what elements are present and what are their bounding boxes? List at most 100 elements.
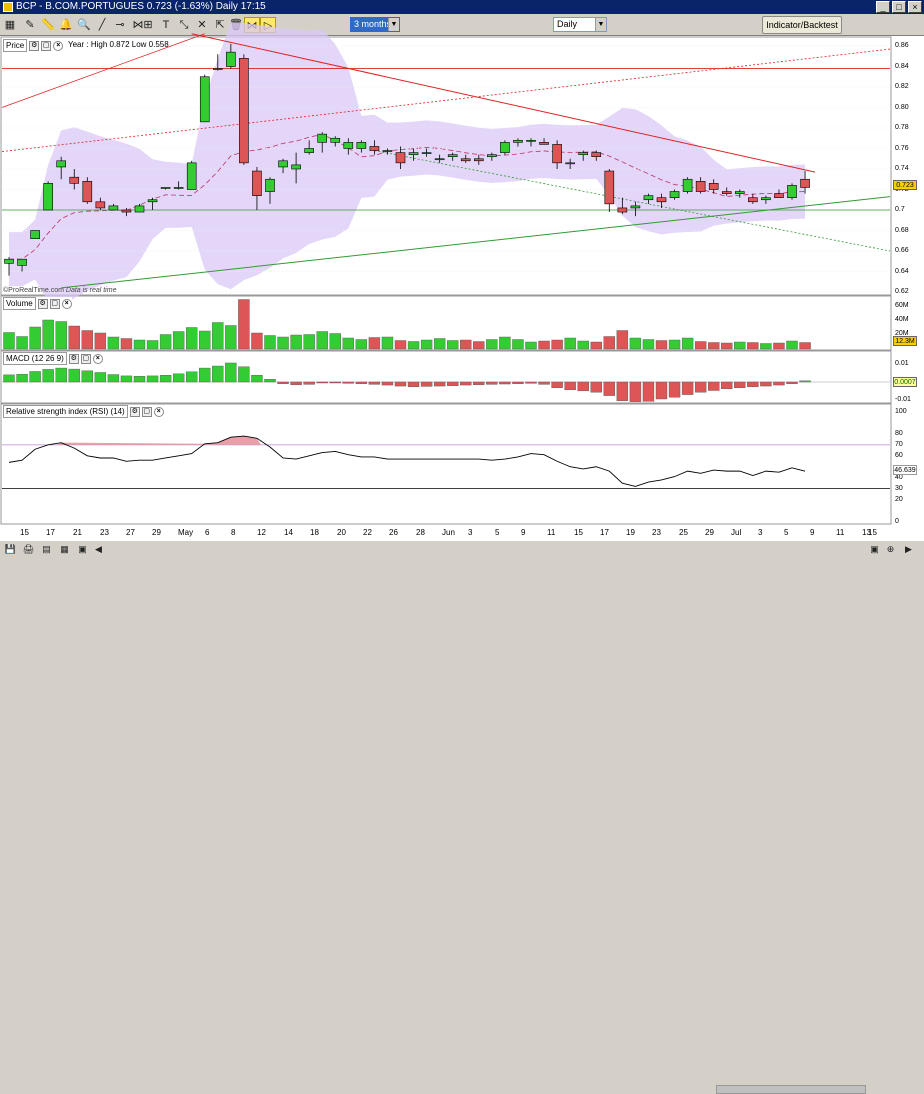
- volume-bar: [238, 299, 250, 350]
- candle-body: [800, 178, 810, 188]
- volume-bar: [799, 342, 811, 350]
- x-axis-date: 18: [310, 528, 319, 537]
- macd-bar: [538, 381, 550, 385]
- price-axis-tick: 0.68: [895, 226, 909, 234]
- candle-body: [330, 137, 341, 143]
- x-axis-date: 5: [495, 528, 500, 537]
- x-axis-date: 29: [152, 528, 161, 537]
- price-axis-tick: 0.84: [895, 62, 909, 70]
- macd-bar: [303, 381, 315, 385]
- volume-bar: [199, 330, 211, 350]
- x-axis-date: 22: [363, 528, 372, 537]
- macd-bar: [655, 381, 668, 400]
- volume-bar: [212, 322, 224, 350]
- macd-bar: [708, 381, 720, 391]
- volume-bar: [747, 342, 759, 350]
- macd-bar: [473, 381, 485, 385]
- x-axis-date: Jun: [442, 528, 455, 537]
- candle-body: [147, 199, 158, 203]
- candle-body: [356, 142, 367, 149]
- macd-bar: [172, 373, 185, 383]
- horizontal-scrollbar[interactable]: [716, 1085, 866, 1094]
- macd-bar: [564, 381, 576, 391]
- candle-body: [434, 158, 445, 161]
- x-axis-date: 11: [836, 528, 845, 537]
- macd-bar: [747, 381, 759, 387]
- candle-body: [278, 160, 288, 168]
- macd-bar: [185, 371, 198, 383]
- volume-bar: [303, 334, 315, 350]
- macd-bar: [329, 381, 341, 384]
- volume-bar: [655, 340, 668, 350]
- volume-bar: [355, 339, 368, 350]
- candle-body: [17, 258, 27, 266]
- macd-bar: [133, 376, 146, 383]
- candle-body: [43, 183, 53, 211]
- x-axis-date: 12: [257, 528, 266, 537]
- macd-bar: [3, 374, 15, 383]
- volume-panel-header: Volume ⚙ ▢ ×: [3, 297, 72, 310]
- candle-body: [513, 140, 523, 143]
- close-icon[interactable]: ×: [153, 406, 164, 417]
- watermark-text: ProRealTime.com: [8, 287, 64, 294]
- volume-bar: [773, 342, 785, 350]
- window-icon[interactable]: ▢: [49, 298, 60, 309]
- candle-body: [643, 195, 654, 201]
- price-last-badge: 0.723: [893, 180, 917, 190]
- candle-body: [213, 68, 223, 70]
- candle-body: [460, 158, 471, 162]
- candle-body: [656, 197, 667, 203]
- volume-last-badge: 12.3M: [893, 336, 917, 346]
- macd-bar: [420, 381, 433, 387]
- candle-body: [304, 148, 314, 153]
- window-icon[interactable]: ▢: [141, 406, 152, 417]
- volume-bar: [16, 336, 28, 350]
- macd-bar: [290, 381, 302, 385]
- volume-bar: [629, 337, 642, 350]
- volume-bar: [394, 340, 407, 350]
- x-axis-date: 19: [626, 528, 635, 537]
- macd-histogram: [2, 362, 890, 402]
- candle-body: [395, 152, 406, 164]
- candle-body: [291, 164, 301, 170]
- candle-body: [473, 158, 484, 162]
- macd-bar: [642, 381, 655, 402]
- candle-body: [487, 154, 497, 157]
- window-icon[interactable]: ▢: [80, 353, 91, 364]
- window-icon[interactable]: ▢: [41, 40, 52, 51]
- macd-bar: [394, 381, 407, 387]
- close-icon[interactable]: ×: [53, 40, 64, 51]
- macd-bar: [433, 381, 446, 387]
- macd-bar: [460, 381, 472, 386]
- volume-bar: [120, 338, 133, 350]
- x-axis-date: 15: [20, 528, 29, 537]
- macd-bar: [368, 381, 381, 385]
- macd-bar: [316, 381, 328, 384]
- wrench-icon[interactable]: ⚙: [68, 353, 79, 364]
- macd-panel-header: MACD (12 26 9) ⚙ ▢ ×: [3, 352, 103, 365]
- rsi-axis-tick: 30: [895, 484, 903, 492]
- wrench-icon[interactable]: ⚙: [37, 298, 48, 309]
- close-icon[interactable]: ×: [92, 353, 103, 364]
- candle-body: [552, 144, 562, 164]
- candle-body: [630, 205, 641, 209]
- wrench-icon[interactable]: ⚙: [29, 40, 40, 51]
- wrench-icon[interactable]: ⚙: [129, 406, 140, 417]
- rsi-axis-tick: 100: [895, 408, 907, 415]
- x-axis-date: 15: [574, 528, 583, 537]
- rsi-panel-title: Relative strength index (RSI) (14): [3, 405, 128, 418]
- volume-bar: [694, 341, 707, 350]
- macd-panel-title: MACD (12 26 9): [3, 352, 67, 365]
- price-axis-tick: 0.82: [895, 83, 909, 90]
- watermark: ©ProRealTime.com Data is real time: [3, 287, 117, 294]
- volume-bar: [603, 336, 615, 350]
- price-axis-tick: 0.64: [895, 267, 909, 275]
- close-icon[interactable]: ×: [61, 298, 72, 309]
- candle-body: [4, 258, 14, 264]
- volume-bar: [3, 332, 15, 350]
- macd-bar: [681, 381, 694, 395]
- macd-bar: [225, 362, 237, 383]
- price-panel-title: Price: [3, 39, 28, 52]
- macd-bar: [694, 381, 707, 393]
- x-axis-date: 21: [73, 528, 82, 537]
